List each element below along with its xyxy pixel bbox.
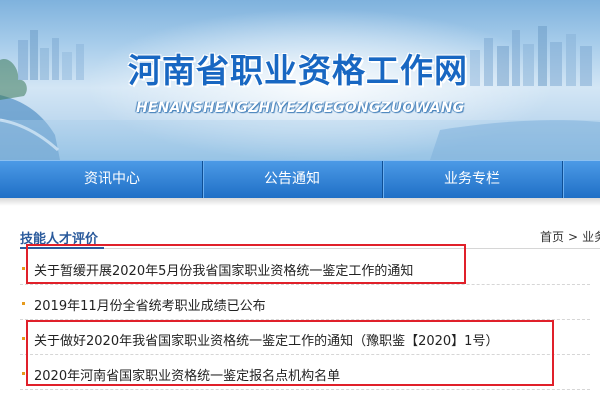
news-link[interactable]: 关于做好2020年我省国家职业资格统一鉴定工作的通知（豫职鉴【2020】1号） bbox=[34, 330, 498, 349]
nav-item-announcements[interactable]: 公告通知 bbox=[202, 161, 382, 198]
breadcrumb: 首页 >业务 bbox=[540, 228, 600, 245]
nav-shadow bbox=[0, 198, 600, 206]
list-item: 2020年河南省国家职业资格统一鉴定报名点机构名单 bbox=[20, 357, 590, 390]
nav-item-news-center[interactable]: 资讯中心 bbox=[22, 161, 202, 198]
nav-divider bbox=[562, 161, 563, 198]
breadcrumb-home-link[interactable]: 首页 bbox=[540, 230, 564, 244]
section-title: 技能人才评价 bbox=[20, 232, 99, 247]
bullet-icon bbox=[22, 302, 25, 305]
breadcrumb-separator: > bbox=[568, 230, 579, 244]
site-subtitle: HENANSHENGZHIYEZIGEGONGZUOWANG bbox=[136, 100, 465, 116]
main-nav: 资讯中心 公告通知 业务专栏 bbox=[0, 160, 600, 198]
page: 河南省职业资格工作网 HENANSHENGZHIYEZIGEGONGZUOWAN… bbox=[0, 0, 600, 400]
section-title-underline bbox=[20, 247, 104, 249]
bullet-icon bbox=[22, 337, 25, 340]
list-item: 关于暂缓开展2020年5月份我省国家职业资格统一鉴定工作的通知 bbox=[20, 252, 590, 285]
bullet-icon bbox=[22, 372, 25, 375]
list-item: 关于做好2020年我省国家职业资格统一鉴定工作的通知（豫职鉴【2020】1号） bbox=[20, 322, 590, 355]
news-link[interactable]: 关于暂缓开展2020年5月份我省国家职业资格统一鉴定工作的通知 bbox=[34, 260, 413, 279]
news-link[interactable]: 2019年11月份全省统考职业成绩已公布 bbox=[34, 295, 266, 314]
list-item: 2019年11月份全省统考职业成绩已公布 bbox=[20, 287, 590, 320]
site-banner: 河南省职业资格工作网 HENANSHENGZHIYEZIGEGONGZUOWAN… bbox=[0, 0, 600, 160]
section-header: 技能人才评价 首页 >业务 bbox=[20, 226, 600, 249]
bullet-icon bbox=[22, 267, 25, 270]
site-title: 河南省职业资格工作网 bbox=[128, 51, 468, 90]
breadcrumb-business-link[interactable]: 业务 bbox=[582, 230, 600, 244]
nav-item-business-column[interactable]: 业务专栏 bbox=[382, 161, 562, 198]
news-link[interactable]: 2020年河南省国家职业资格统一鉴定报名点机构名单 bbox=[34, 365, 340, 384]
